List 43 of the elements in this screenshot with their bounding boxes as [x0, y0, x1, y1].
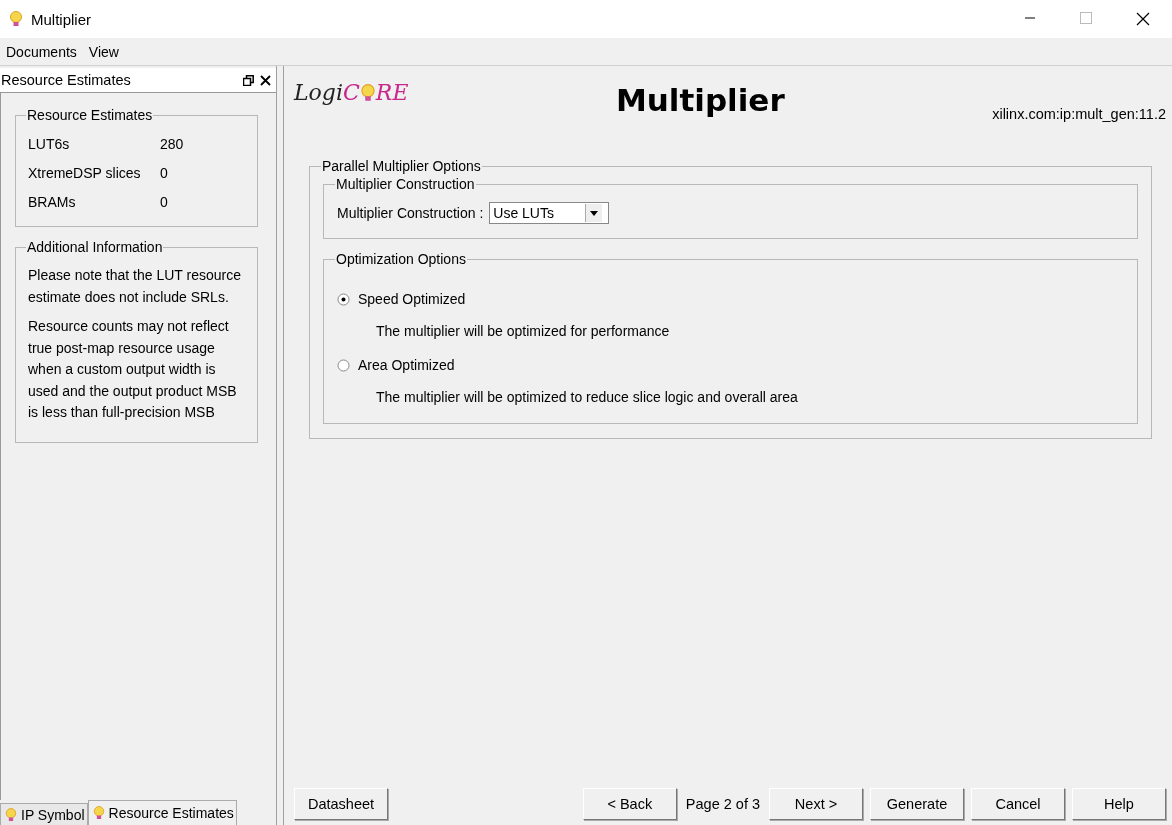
- radio-option[interactable]: Area Optimized: [337, 357, 455, 373]
- wizard-button[interactable]: Generate: [870, 788, 964, 820]
- estimate-value: 280: [160, 135, 185, 152]
- bulb-icon: [5, 806, 17, 823]
- group-title: Optimization Options: [335, 251, 467, 267]
- estimate-label: LUT6s: [28, 135, 71, 152]
- close-icon[interactable]: [260, 74, 271, 86]
- close-icon[interactable]: [1136, 12, 1150, 26]
- app-icon: [9, 10, 23, 28]
- estimate-value: 0: [160, 193, 169, 210]
- radio-option[interactable]: Speed Optimized: [337, 291, 466, 307]
- menu-item[interactable]: View: [88, 43, 119, 60]
- group-title: Multiplier Construction: [335, 176, 476, 192]
- wizard-button[interactable]: Cancel: [971, 788, 1065, 820]
- info-text: Resource counts may not reflect true post-map resource usage when a custom output width is used and the output product MSB is less than full-precision MSB: [28, 317, 238, 422]
- group-title: Resource Estimates: [26, 107, 154, 123]
- panel-tab[interactable]: IP Symbol: [0, 803, 88, 825]
- estimate-label: BRAMs: [28, 193, 77, 210]
- caret-icon: [590, 210, 599, 216]
- ip-identifier: xilinx.com:ip:mult_gen:11.2: [992, 106, 1166, 122]
- window-title: Multiplier: [31, 10, 92, 28]
- wizard-button[interactable]: Help: [1072, 788, 1166, 820]
- panel-title: Resource Estimates: [1, 72, 132, 88]
- back-button[interactable]: < Back: [582, 788, 677, 820]
- menu-item[interactable]: Documents: [6, 43, 77, 60]
- option-description: The multiplier will be optimized for performance: [376, 323, 671, 339]
- construction-dropdown[interactable]: Use LUTs: [489, 202, 610, 224]
- estimate-label: XtremeDSP slices: [28, 164, 142, 181]
- bulb-icon: [92, 805, 105, 821]
- estimate-value: 0: [160, 164, 169, 181]
- panel-tab[interactable]: Resource Estimates: [87, 800, 237, 825]
- datasheet-button[interactable]: Datasheet: [294, 788, 388, 820]
- group-title: Additional Information: [26, 239, 164, 255]
- page-title: Multiplier: [614, 82, 786, 118]
- page-indicator: Page 2 of 3: [685, 796, 760, 812]
- restore-icon[interactable]: [243, 74, 254, 86]
- field-label: Multiplier Construction :: [337, 205, 484, 221]
- wizard-button[interactable]: Next >: [769, 788, 863, 820]
- info-text: Please note that the LUT resource estimate does not include SRLs.: [28, 266, 242, 307]
- logo: LogiC RE: [294, 80, 409, 105]
- group-title: Parallel Multiplier Options: [321, 158, 482, 174]
- bulb-icon: [359, 82, 376, 103]
- option-description: The multiplier will be optimized to reduce slice logic and overall area: [376, 389, 799, 405]
